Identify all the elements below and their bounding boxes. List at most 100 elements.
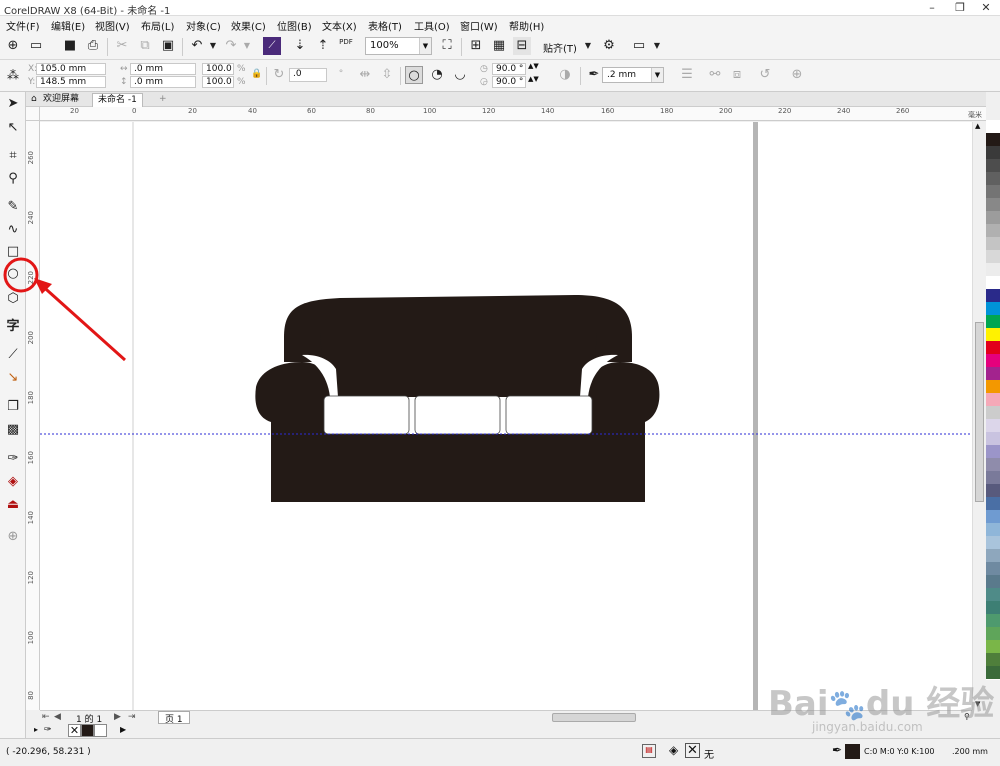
- outline-width-combo[interactable]: .2 mm ▼: [602, 67, 664, 83]
- color-swatch[interactable]: [986, 575, 1000, 589]
- artistic-media-tool-icon[interactable]: ∿: [3, 220, 23, 240]
- object-origin-icon[interactable]: ⁂: [4, 66, 22, 84]
- convert-to-curves-icon[interactable]: ⚯: [706, 66, 724, 84]
- snap-to-menu[interactable]: 贴齐(T): [543, 40, 577, 55]
- color-eyedropper-tool-icon[interactable]: ✑: [3, 449, 23, 469]
- color-swatch[interactable]: [986, 315, 1000, 329]
- close-button[interactable]: ✕: [972, 0, 1000, 16]
- color-swatch[interactable]: [986, 445, 1000, 459]
- palette-menu-icon[interactable]: ▸: [34, 725, 38, 734]
- color-swatch[interactable]: [986, 276, 1000, 290]
- width-field[interactable]: .0 mm: [130, 63, 196, 75]
- x-position-field[interactable]: 105.0 mm: [36, 63, 106, 75]
- application-launcher-icon[interactable]: ▭: [630, 37, 648, 55]
- no-color-swatch[interactable]: ✕: [68, 724, 81, 737]
- scale-x-field[interactable]: 100.0: [202, 63, 234, 75]
- page-tab[interactable]: 页 1: [158, 711, 190, 725]
- color-swatch[interactable]: [986, 237, 1000, 251]
- horizontal-ruler[interactable]: 20 0 20 40 60 80 100 120 140 160 180 200…: [40, 107, 986, 121]
- save-icon[interactable]: ■: [61, 37, 79, 55]
- show-guidelines-icon[interactable]: ⊟: [513, 37, 531, 55]
- new-document-icon[interactable]: ⊕: [4, 37, 22, 55]
- color-swatch[interactable]: [986, 250, 1000, 264]
- mirror-vertical-icon[interactable]: ⇳: [378, 66, 396, 84]
- minimize-button[interactable]: –: [918, 0, 946, 16]
- zoom-level-combo[interactable]: 100% ▼: [365, 37, 432, 55]
- menu-table[interactable]: 表格(T): [368, 18, 402, 33]
- text-wrap-icon[interactable]: ☰: [678, 66, 696, 84]
- import-icon[interactable]: ⇣: [291, 37, 309, 55]
- ellipse-mode-icon[interactable]: ○: [405, 66, 423, 84]
- mirror-horizontal-icon[interactable]: ⇹: [356, 66, 374, 84]
- color-swatch[interactable]: [986, 432, 1000, 446]
- show-grid-icon[interactable]: ▦: [490, 37, 508, 55]
- scroll-up-icon[interactable]: ▲: [975, 122, 980, 130]
- add-tool-icon[interactable]: ⊕: [3, 527, 23, 547]
- color-swatch[interactable]: [986, 497, 1000, 511]
- chevron-down-icon[interactable]: ▼: [419, 38, 431, 54]
- end-angle-field[interactable]: 90.0 °: [492, 76, 526, 88]
- color-swatch[interactable]: [986, 133, 1000, 147]
- color-swatch[interactable]: [986, 224, 1000, 238]
- eyedropper-icon[interactable]: ✑: [44, 725, 52, 735]
- color-swatch[interactable]: [986, 185, 1000, 199]
- menu-edit[interactable]: 编辑(E): [51, 18, 85, 33]
- chevron-down-icon[interactable]: ▼: [648, 37, 666, 55]
- color-swatch[interactable]: [986, 198, 1000, 212]
- menu-effects[interactable]: 效果(C): [231, 18, 266, 33]
- height-field[interactable]: .0 mm: [130, 76, 196, 88]
- show-rulers-icon[interactable]: ⊞: [467, 37, 485, 55]
- scrollbar-thumb[interactable]: [975, 322, 984, 502]
- ruler-origin[interactable]: [26, 107, 40, 121]
- previous-page-icon[interactable]: ◀: [54, 712, 61, 722]
- lock-ratio-icon[interactable]: 🔒: [251, 69, 262, 79]
- horizontal-scroll-thumb[interactable]: [552, 713, 636, 722]
- freehand-tool-icon[interactable]: ✎: [3, 197, 23, 217]
- export-icon[interactable]: ⇡: [314, 37, 332, 55]
- menu-bitmap[interactable]: 位图(B): [277, 18, 312, 33]
- color-swatch[interactable]: [986, 614, 1000, 628]
- transparency-tool-icon[interactable]: ▩: [3, 420, 23, 440]
- print-icon[interactable]: ⎙: [84, 37, 102, 55]
- cut-icon[interactable]: ✂: [113, 37, 131, 55]
- palette-scroll-icon[interactable]: ▶: [120, 725, 126, 734]
- menu-text[interactable]: 文本(X): [322, 18, 357, 33]
- color-swatch[interactable]: [986, 484, 1000, 498]
- zoom-tool-icon[interactable]: ⚲: [3, 169, 23, 189]
- color-swatch[interactable]: [986, 302, 1000, 316]
- color-swatch[interactable]: [986, 172, 1000, 186]
- interactive-fill-tool-icon[interactable]: ◈: [3, 472, 23, 492]
- smart-fill-tool-icon[interactable]: ⏏: [3, 495, 23, 515]
- connector-tool-icon[interactable]: ↘: [3, 368, 23, 388]
- paste-icon[interactable]: ▣: [159, 37, 177, 55]
- start-angle-spinner[interactable]: ▲▼: [528, 62, 539, 70]
- options-gear-icon[interactable]: ⚙: [600, 37, 618, 55]
- next-page-icon[interactable]: ▶: [114, 712, 121, 722]
- color-swatch[interactable]: [986, 367, 1000, 381]
- pie-mode-icon[interactable]: ◔: [428, 66, 446, 84]
- color-swatch[interactable]: [986, 640, 1000, 654]
- last-page-icon[interactable]: ⇥: [128, 712, 136, 722]
- search-content-icon[interactable]: ⟋: [263, 37, 281, 55]
- color-swatch[interactable]: [986, 328, 1000, 342]
- open-folder-icon[interactable]: ▭: [27, 37, 45, 55]
- color-swatch[interactable]: [986, 471, 1000, 485]
- shape-tool-icon[interactable]: ↖: [3, 118, 23, 138]
- chevron-down-icon[interactable]: ▼: [579, 37, 597, 55]
- color-swatch[interactable]: [986, 562, 1000, 576]
- color-swatch[interactable]: [986, 120, 1000, 134]
- menu-view[interactable]: 视图(V): [95, 18, 130, 33]
- color-swatch[interactable]: [986, 341, 1000, 355]
- publish-pdf-icon[interactable]: PDF: [337, 37, 355, 55]
- menu-layout[interactable]: 布局(L): [141, 18, 174, 33]
- change-direction-icon[interactable]: ◑: [556, 66, 574, 84]
- color-swatch[interactable]: [986, 159, 1000, 173]
- black-swatch[interactable]: [81, 724, 94, 737]
- tab-document[interactable]: 未命名 -1: [92, 93, 143, 107]
- color-swatch[interactable]: [986, 406, 1000, 420]
- color-swatch[interactable]: [986, 146, 1000, 160]
- white-swatch[interactable]: [94, 724, 107, 737]
- menu-tools[interactable]: 工具(O): [414, 18, 450, 33]
- color-swatch[interactable]: [986, 627, 1000, 641]
- quick-customize-icon[interactable]: ↺: [756, 66, 774, 84]
